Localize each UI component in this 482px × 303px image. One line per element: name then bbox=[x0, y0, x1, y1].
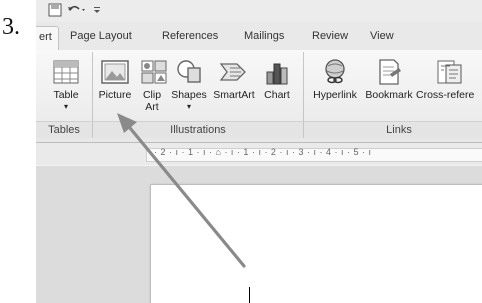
clip-art-label: Clip Art bbox=[142, 89, 162, 113]
illustrations-group: Picture Clip Art Shapes ▾ SmartArt Chart… bbox=[93, 52, 304, 138]
hyperlink-label: Hyperlink bbox=[313, 89, 357, 101]
tab-references[interactable]: References bbox=[162, 30, 218, 42]
chart-label: Chart bbox=[264, 89, 290, 101]
undo-icon[interactable] bbox=[66, 3, 88, 18]
cross-reference-label: Cross-refere bbox=[416, 89, 475, 101]
document-page[interactable] bbox=[150, 184, 482, 303]
tab-mailings[interactable]: Mailings bbox=[244, 30, 284, 42]
table-button[interactable]: Table ▾ bbox=[46, 58, 86, 113]
table-icon bbox=[53, 60, 79, 84]
tab-page-layout[interactable]: Page Layout bbox=[70, 30, 132, 42]
illustrations-group-label: Illustrations bbox=[93, 121, 303, 138]
document-area bbox=[36, 166, 482, 303]
quick-access-toolbar bbox=[36, 0, 482, 22]
bookmark-label: Bookmark bbox=[365, 89, 413, 101]
text-cursor bbox=[249, 287, 250, 303]
hyperlink-icon bbox=[325, 59, 345, 84]
customize-toolbar-icon[interactable] bbox=[92, 3, 102, 18]
links-group: Hyperlink Bookmark Cross-refere Links bbox=[304, 52, 482, 138]
horizontal-ruler[interactable]: · 2 · ı · 1 · ı · ⌂ · ı · 1 · ı · 2 · ı … bbox=[36, 143, 482, 165]
tab-view[interactable]: View bbox=[370, 30, 394, 42]
word-window: ert Page Layout References Mailings Revi… bbox=[36, 0, 482, 303]
ruler-ticks: · 2 · ı · 1 · ı · ⌂ · ı · 1 · ı · 2 · ı … bbox=[154, 147, 372, 157]
cross-reference-icon bbox=[437, 60, 462, 84]
ribbon-panel: Table ▾ Tables Picture Clip Art Shapes ▾… bbox=[36, 50, 482, 143]
bookmark-button[interactable]: Bookmark bbox=[364, 58, 414, 101]
tables-group-label: Tables bbox=[36, 121, 92, 138]
picture-button[interactable]: Picture bbox=[95, 58, 135, 101]
smartart-button[interactable]: SmartArt bbox=[211, 58, 257, 101]
save-icon[interactable] bbox=[48, 3, 62, 18]
bookmark-icon bbox=[379, 59, 401, 85]
smartart-icon bbox=[219, 63, 246, 81]
tab-insert[interactable]: ert bbox=[36, 26, 59, 50]
ribbon-tabs: ert Page Layout References Mailings Revi… bbox=[36, 22, 482, 51]
chart-button[interactable]: Chart bbox=[259, 58, 295, 101]
tab-review[interactable]: Review bbox=[312, 30, 348, 42]
clip-art-icon bbox=[141, 60, 167, 84]
step-number: 3. bbox=[2, 14, 20, 40]
chart-icon bbox=[266, 63, 288, 85]
picture-icon bbox=[101, 60, 129, 84]
cross-reference-button[interactable]: Cross-refere bbox=[416, 58, 482, 101]
clip-art-button[interactable]: Clip Art bbox=[139, 58, 167, 113]
shapes-label: Shapes bbox=[171, 89, 207, 101]
links-group-label: Links bbox=[304, 121, 482, 138]
hyperlink-button[interactable]: Hyperlink bbox=[310, 58, 360, 101]
tables-group: Table ▾ Tables bbox=[36, 52, 93, 138]
smartart-label: SmartArt bbox=[213, 89, 255, 101]
shapes-icon bbox=[177, 60, 201, 83]
picture-label: Picture bbox=[98, 89, 132, 101]
shapes-button[interactable]: Shapes ▾ bbox=[171, 58, 207, 113]
table-label: Table bbox=[53, 89, 79, 101]
